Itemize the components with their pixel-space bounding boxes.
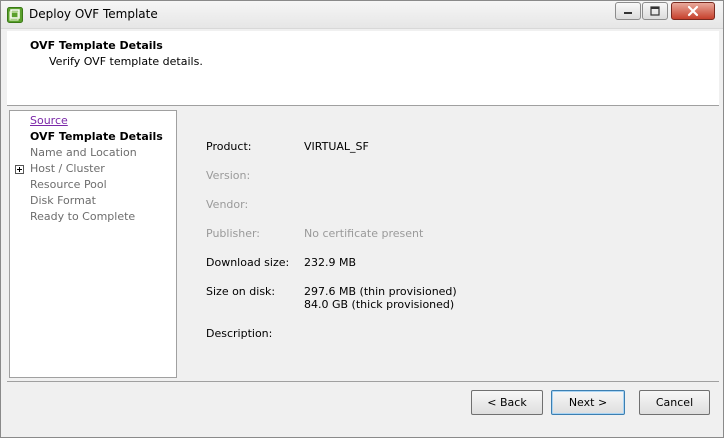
window-title: Deploy OVF Template (29, 7, 158, 21)
expand-host-cluster-icon[interactable] (15, 165, 24, 174)
size-thick-value: 84.0 GB (thick provisioned) (304, 298, 455, 311)
product-label: Product: (206, 140, 252, 153)
title-bar[interactable]: Deploy OVF Template (1, 1, 723, 29)
version-label: Version: (206, 169, 251, 182)
footer-divider (7, 381, 719, 382)
size-on-disk-label: Size on disk: (206, 285, 276, 298)
vsphere-app-icon (7, 7, 23, 23)
maximize-icon (650, 6, 660, 16)
page-title: OVF Template Details (30, 39, 163, 52)
product-value: VIRTUAL_SF (304, 140, 369, 153)
page-subtitle: Verify OVF template details. (49, 55, 203, 68)
publisher-value: No certificate present (304, 227, 424, 240)
close-icon (687, 5, 699, 17)
wizard-steps-nav: Source OVF Template Details Name and Loc… (9, 110, 177, 378)
description-label: Description: (206, 327, 273, 340)
back-button[interactable]: < Back (471, 390, 543, 415)
maximize-button[interactable] (642, 2, 668, 20)
step-name-and-location: Name and Location (30, 146, 137, 159)
step-ready-to-complete: Ready to Complete (30, 210, 136, 223)
download-size-value: 232.9 MB (304, 256, 357, 269)
cancel-button[interactable]: Cancel (639, 390, 710, 415)
download-size-label: Download size: (206, 256, 290, 269)
step-disk-format: Disk Format (30, 194, 96, 207)
publisher-label: Publisher: (206, 227, 261, 240)
step-source[interactable]: Source (30, 114, 68, 127)
minimize-button[interactable] (615, 2, 641, 20)
vendor-label: Vendor: (206, 198, 249, 211)
step-ovf-template-details: OVF Template Details (30, 130, 163, 143)
size-thin-value: 297.6 MB (thin provisioned) (304, 285, 457, 298)
close-button[interactable] (671, 2, 715, 20)
minimize-icon (624, 12, 632, 14)
step-host-cluster: Host / Cluster (30, 162, 105, 175)
details-panel: Product: VIRTUAL_SF Version: Vendor: Pub… (179, 110, 719, 378)
step-resource-pool: Resource Pool (30, 178, 107, 191)
next-button[interactable]: Next > (551, 390, 625, 415)
deploy-ovf-window: Deploy OVF Template OVF Template Details… (0, 0, 724, 438)
wizard-header: OVF Template Details Verify OVF template… (7, 31, 719, 106)
